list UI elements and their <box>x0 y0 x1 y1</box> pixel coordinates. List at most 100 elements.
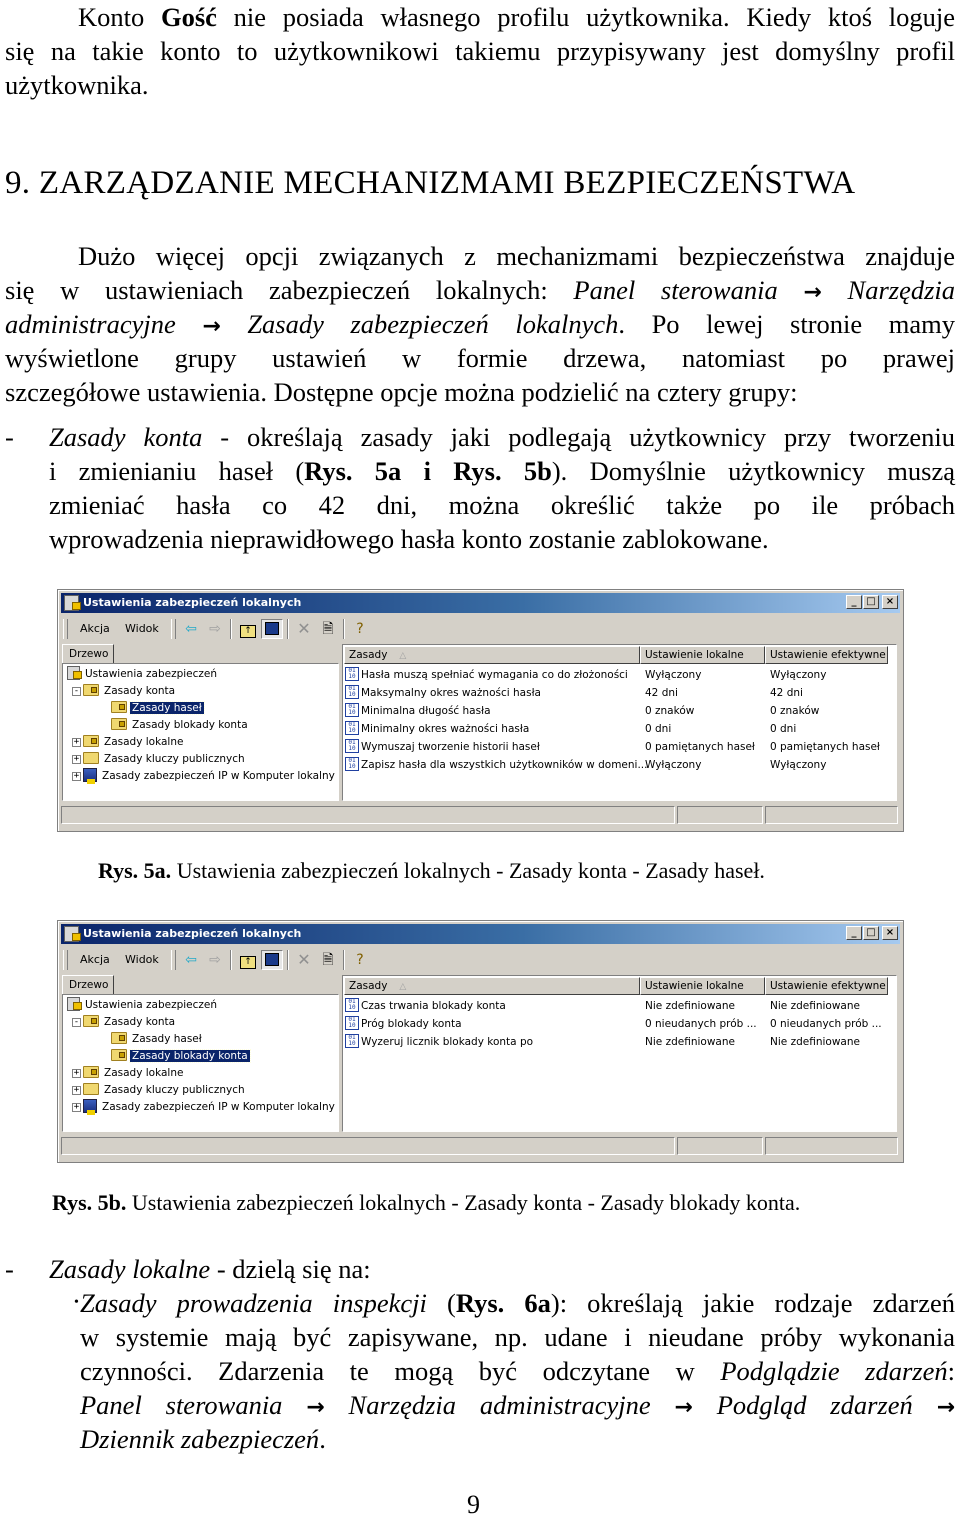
forward-arrow-icon[interactable]: ⇨ <box>204 619 226 639</box>
guest-account-name: Gość <box>160 2 217 32</box>
column-header-effective[interactable]: Ustawienie efektywne <box>765 646 888 664</box>
figure-caption-5a: Rys. 5a. Ustawienia zabezpieczeń lokalny… <box>98 858 765 883</box>
arrow-icon: → <box>674 1395 693 1420</box>
show-hide-tree-icon[interactable] <box>261 950 283 970</box>
tree-item[interactable]: Zasady kluczy publicznych <box>83 1082 247 1099</box>
expand-icon[interactable]: + <box>72 1086 81 1095</box>
title-bar[interactable]: Ustawienia zabezpieczeń lokalnych _ □ × <box>61 593 900 613</box>
table-row[interactable]: 01 10 Zapisz hasła dla wszystkich użytkown… <box>345 756 647 774</box>
collapse-icon[interactable]: - <box>72 687 81 696</box>
policy-icon: 01 10 <box>345 757 359 771</box>
column-header-policy[interactable]: Zasady △ <box>344 977 640 995</box>
figure-caption-5b: Rys. 5b. Ustawienia zabezpieczeń lokalny… <box>52 1190 801 1215</box>
tree-item[interactable]: Zasady konta <box>83 683 177 700</box>
effective-setting: Wyłączony <box>770 669 827 681</box>
table-row[interactable]: 01 10 Próg blokady konta <box>345 1015 462 1033</box>
tree-item[interactable]: Zasady haseł <box>111 700 205 717</box>
toolbar-separator <box>287 619 289 639</box>
status-panel <box>677 1137 763 1155</box>
table-row[interactable]: 01 10 Wyzeruj licznik blokady konta po <box>345 1033 533 1051</box>
tab-tree[interactable]: Drzewo <box>62 975 114 995</box>
title-bar[interactable]: Ustawienia zabezpieczeń lokalnych _ □ × <box>61 924 900 944</box>
table-row[interactable]: 01 10 Hasła muszą spełniać wymagania co do… <box>345 666 628 684</box>
table-row[interactable]: 01 10 Minimalny okres ważności hasła <box>345 720 529 738</box>
figure-ref: Rys. 6a <box>455 1288 551 1318</box>
tree-item[interactable]: Zasady zabezpieczeń IP w Komputer lokaln… <box>83 768 337 785</box>
table-row[interactable]: 01 10 Wymuszaj tworzenie historii haseł <box>345 738 540 756</box>
locked-folder-icon <box>111 718 127 730</box>
policy-icon: 01 10 <box>345 721 359 735</box>
local-setting: 0 nieudanych prób ... <box>645 1018 757 1030</box>
tree-item[interactable]: Ustawienia zabezpieczeń <box>67 666 219 683</box>
back-arrow-icon[interactable]: ⇦ <box>180 619 202 639</box>
tab-tree[interactable]: Drzewo <box>62 644 114 664</box>
toolbar: Akcja Widok ⇦ ⇨ ↑ ✕ 🗎? <box>61 616 900 642</box>
menu-action[interactable]: Akcja <box>80 622 110 635</box>
arrow-icon: → <box>202 314 221 339</box>
export-list-icon[interactable]: 🗎 <box>317 950 339 970</box>
menu-action[interactable]: Akcja <box>80 953 110 966</box>
maximize-button[interactable]: □ <box>863 926 879 940</box>
help-icon[interactable]: ? <box>349 619 371 639</box>
security-settings-icon <box>64 595 81 611</box>
tree-item-label: Ustawienia zabezpieczeń <box>85 999 218 1011</box>
toolbar-grip[interactable] <box>63 950 68 970</box>
security-settings-icon <box>67 997 82 1011</box>
delete-icon[interactable]: ✕ <box>293 619 315 639</box>
table-row[interactable]: 01 10 Minimalna długość hasła <box>345 702 491 720</box>
help-icon[interactable]: ? <box>349 950 371 970</box>
tree-item[interactable]: Zasady blokady konta <box>111 717 250 734</box>
up-folder-icon[interactable]: ↑ <box>237 619 259 639</box>
expand-icon[interactable]: + <box>72 738 81 747</box>
tree-item-label: Zasady lokalne <box>104 1067 184 1079</box>
tree-item[interactable]: Ustawienia zabezpieczeń <box>67 997 219 1014</box>
policy-icon: 01 10 <box>345 998 359 1012</box>
tree-item[interactable]: Zasady lokalne <box>83 1065 185 1082</box>
column-header-local[interactable]: Ustawienie lokalne <box>640 646 765 664</box>
table-row[interactable]: 01 10 Maksymalny okres ważności hasła <box>345 684 541 702</box>
tree-item[interactable]: Zasady haseł <box>111 1031 204 1048</box>
table-row[interactable]: 01 10 Czas trwania blokady konta <box>345 997 506 1015</box>
tree-item-label: Zasady haseł <box>129 701 205 715</box>
local-setting: 0 znaków <box>645 705 695 717</box>
close-button[interactable]: × <box>882 926 898 940</box>
policy-name: Zapisz hasła dla wszystkich użytkowników… <box>361 759 648 771</box>
menu-view[interactable]: Widok <box>125 622 159 635</box>
close-button[interactable]: × <box>882 595 898 609</box>
delete-icon[interactable]: ✕ <box>293 950 315 970</box>
expand-icon[interactable]: + <box>72 772 81 781</box>
tree-item[interactable]: Zasady kluczy publicznych <box>83 751 247 768</box>
toolbar-grip[interactable] <box>171 950 176 970</box>
page-number: 9 <box>467 1490 480 1519</box>
show-hide-tree-icon[interactable] <box>261 619 283 639</box>
back-arrow-icon[interactable]: ⇦ <box>180 950 202 970</box>
status-panel <box>61 806 675 824</box>
maximize-button[interactable]: □ <box>863 595 879 609</box>
menu-view[interactable]: Widok <box>125 953 159 966</box>
policy-name: Hasła muszą spełniać wymagania co do zło… <box>361 669 628 681</box>
export-list-icon[interactable]: 🗎 <box>317 619 339 639</box>
toolbar-grip[interactable] <box>171 619 176 639</box>
status-panel <box>765 806 898 824</box>
column-header-policy[interactable]: Zasady △ <box>344 646 640 664</box>
tree-item[interactable]: Zasady blokady konta <box>111 1048 251 1065</box>
tree-item[interactable]: Zasady lokalne <box>83 734 185 751</box>
up-folder-icon[interactable]: ↑ <box>237 950 259 970</box>
toolbar-grip[interactable] <box>63 619 68 639</box>
window-title: Ustawienia zabezpieczeń lokalnych <box>83 927 302 940</box>
computer-ip-icon <box>83 768 97 784</box>
tree-item[interactable]: Zasady zabezpieczeń IP w Komputer lokaln… <box>83 1099 337 1116</box>
para-line: Zasady prowadzenia inspekcji (Rys. 6a): … <box>80 1288 955 1318</box>
para-line: wprowadzenia nieprawidłowego hasła konto… <box>49 524 769 554</box>
minimize-button[interactable]: _ <box>846 595 862 609</box>
expand-icon[interactable]: + <box>72 1069 81 1078</box>
column-header-effective[interactable]: Ustawienie efektywne <box>765 977 888 995</box>
forward-arrow-icon[interactable]: ⇨ <box>204 950 226 970</box>
expand-icon[interactable]: + <box>72 755 81 764</box>
intro-line-2: się na takie konto to użytkownikowi taki… <box>5 36 955 66</box>
column-header-local[interactable]: Ustawienie lokalne <box>640 977 765 995</box>
expand-icon[interactable]: + <box>72 1103 81 1112</box>
collapse-icon[interactable]: - <box>72 1018 81 1027</box>
minimize-button[interactable]: _ <box>846 926 862 940</box>
tree-item[interactable]: Zasady konta <box>83 1014 177 1031</box>
